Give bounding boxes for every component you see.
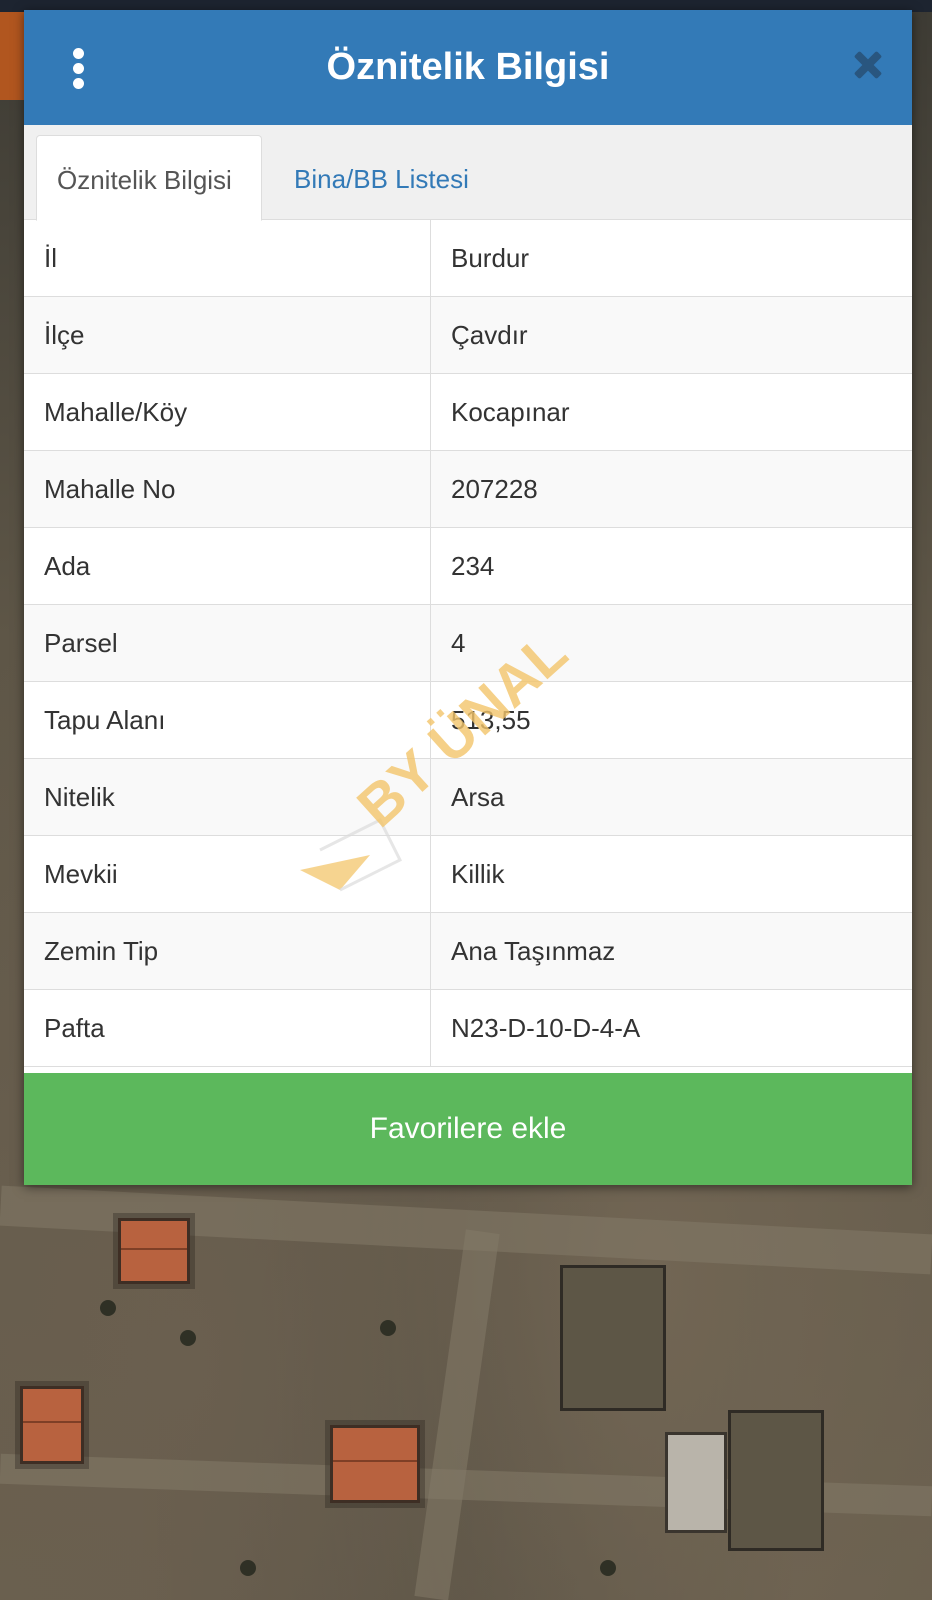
close-icon[interactable] (848, 46, 888, 86)
table-row: Tapu Alanı 513,55 (24, 681, 912, 759)
attribute-key: Nitelik (24, 758, 431, 836)
map-tree (240, 1560, 256, 1576)
dialog-title: Öznitelik Bilgisi (326, 46, 610, 88)
add-to-favorites-button[interactable]: Favorilere ekle (24, 1073, 912, 1185)
tab-attribute-info[interactable]: Öznitelik Bilgisi (36, 135, 262, 221)
table-row: Nitelik Arsa (24, 758, 912, 836)
attribute-value: Killik (430, 835, 912, 913)
attribute-key: İlçe (24, 296, 431, 374)
map-road (414, 1229, 500, 1600)
attribute-key: Zemin Tip (24, 912, 431, 990)
dialog-header: Öznitelik Bilgisi (24, 10, 912, 125)
tab-bar: Öznitelik Bilgisi Bina/BB Listesi (24, 125, 912, 221)
attribute-table: İl Burdur İlçe Çavdır Mahalle/Köy Kocapınar… (24, 220, 912, 1067)
attribute-key: Mahalle No (24, 450, 431, 528)
attribute-key: Mevkii (24, 835, 431, 913)
table-row: İl Burdur (24, 220, 912, 297)
more-vertical-icon[interactable] (68, 48, 88, 90)
table-row: Zemin Tip Ana Taşınmaz (24, 912, 912, 990)
map-tree (380, 1320, 396, 1336)
table-row: İlçe Çavdır (24, 296, 912, 374)
table-row: Parsel 4 (24, 604, 912, 682)
tab-building-list[interactable]: Bina/BB Listesi (274, 135, 489, 219)
map-tree (100, 1300, 116, 1316)
attribute-value: 207228 (430, 450, 912, 528)
table-row: Ada 234 (24, 527, 912, 605)
attribute-key: Parsel (24, 604, 431, 682)
attribute-key: İl (24, 220, 431, 297)
attribute-value: Ana Taşınmaz (430, 912, 912, 990)
attribute-value: Kocapınar (430, 373, 912, 451)
table-row: Mahalle No 207228 (24, 450, 912, 528)
table-row: Mevkii Killik (24, 835, 912, 913)
attribute-value: N23-D-10-D-4-A (430, 989, 912, 1067)
map-tree (180, 1330, 196, 1346)
attribute-value: Çavdır (430, 296, 912, 374)
attribute-value: 513,55 (430, 681, 912, 759)
map-house (118, 1218, 190, 1284)
attribute-key: Pafta (24, 989, 431, 1067)
map-house (330, 1425, 420, 1503)
attribute-dialog: Öznitelik Bilgisi Öznitelik Bilgisi Bina… (24, 10, 912, 1185)
attribute-value: Burdur (430, 220, 912, 297)
map-house (20, 1386, 84, 1464)
attribute-value: 234 (430, 527, 912, 605)
map-plot (728, 1410, 824, 1551)
attribute-value: Arsa (430, 758, 912, 836)
attribute-value: 4 (430, 604, 912, 682)
attribute-key: Tapu Alanı (24, 681, 431, 759)
map-lot (665, 1432, 727, 1533)
table-row: Mahalle/Köy Kocapınar (24, 373, 912, 451)
attribute-key: Ada (24, 527, 431, 605)
map-plot (560, 1265, 666, 1411)
attribute-key: Mahalle/Köy (24, 373, 431, 451)
map-tree (600, 1560, 616, 1576)
table-row: Pafta N23-D-10-D-4-A (24, 989, 912, 1067)
